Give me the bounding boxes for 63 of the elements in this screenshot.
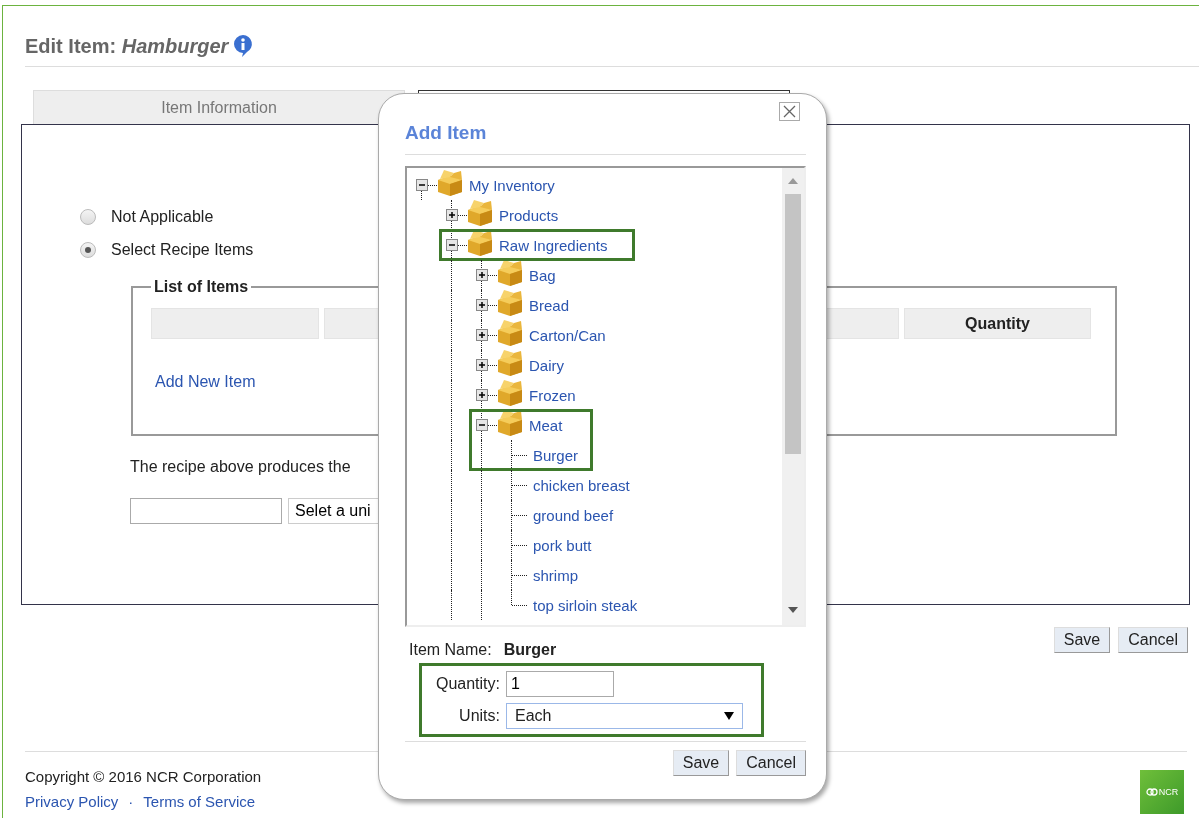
- caret-icon: [724, 712, 734, 720]
- dialog-title: Add Item: [405, 122, 488, 145]
- folder-icon: [495, 378, 525, 406]
- expand-icon[interactable]: [476, 359, 488, 371]
- quantity-label: Quantity:: [434, 675, 500, 693]
- tree-item[interactable]: Bread: [529, 296, 576, 314]
- terms-of-service-link[interactable]: Terms of Service: [143, 793, 256, 810]
- tree-item[interactable]: Bag: [529, 266, 562, 284]
- tree-item[interactable]: top sirloin steak: [533, 596, 644, 614]
- tab[interactable]: Item Information: [33, 90, 405, 124]
- quantity-field[interactable]: 1: [506, 671, 614, 697]
- add-new-item-link[interactable]: Add New Item: [155, 373, 256, 391]
- tree-item[interactable]: Meat: [529, 416, 569, 434]
- column-header: Quantity: [904, 308, 1091, 339]
- item-name-label: Item Name:: [409, 641, 492, 659]
- collapse-icon[interactable]: [476, 419, 488, 431]
- folder-icon: [495, 288, 525, 316]
- yield-quantity-field[interactable]: [130, 498, 282, 524]
- tree-item[interactable]: ground beef: [533, 506, 620, 524]
- tree-item[interactable]: Dairy: [529, 356, 570, 374]
- radio-button[interactable]: [80, 208, 96, 225]
- link-separator: ·: [128, 793, 134, 810]
- collapse-icon[interactable]: [416, 179, 428, 191]
- page-button[interactable]: Cancel: [1118, 627, 1188, 653]
- page-title: Edit Item: Hamburger: [25, 34, 229, 58]
- folder-icon: [495, 348, 525, 376]
- tree-item[interactable]: Products: [499, 206, 565, 224]
- info-icon[interactable]: [232, 34, 255, 58]
- expand-icon[interactable]: [476, 389, 488, 401]
- tree-item[interactable]: pork butt: [533, 536, 598, 554]
- close-button[interactable]: [779, 102, 800, 121]
- collapse-icon[interactable]: [446, 239, 458, 251]
- expand-icon[interactable]: [476, 269, 488, 281]
- dialog-button[interactable]: Save: [672, 750, 730, 776]
- expand-icon[interactable]: [476, 329, 488, 341]
- radio-button[interactable]: [80, 241, 96, 258]
- units-select[interactable]: Each: [506, 703, 743, 729]
- expand-icon[interactable]: [446, 209, 458, 221]
- tree-item[interactable]: chicken breast: [533, 476, 636, 494]
- tree-item[interactable]: My Inventory: [469, 176, 561, 194]
- dialog-button[interactable]: Cancel: [736, 750, 806, 776]
- scroll-down-icon[interactable]: [788, 607, 798, 613]
- units-label: Units:: [458, 707, 500, 725]
- copyright-text: Copyright © 2016 NCR Corporation: [25, 768, 262, 785]
- item-name-value: Burger: [503, 641, 557, 659]
- company-logo: NCR: [1140, 770, 1184, 814]
- folder-icon: [495, 258, 525, 286]
- tree-item[interactable]: Carton/Can: [529, 326, 612, 344]
- recipe-yield-text: The recipe above produces the: [130, 458, 352, 476]
- tree-item[interactable]: shrimp: [533, 566, 584, 584]
- radio-label: Not Applicable: [111, 207, 214, 226]
- radio-label: Select Recipe Items: [111, 240, 254, 259]
- tree-item[interactable]: Raw Ingredients: [499, 236, 614, 254]
- folder-icon: [435, 168, 465, 196]
- tree-item[interactable]: Burger: [533, 446, 585, 464]
- page-button[interactable]: Save: [1053, 627, 1111, 653]
- expand-icon[interactable]: [476, 299, 488, 311]
- privacy-policy-link[interactable]: Privacy Policy: [25, 793, 119, 810]
- folder-icon: [465, 198, 495, 226]
- tree-item[interactable]: Frozen: [529, 386, 582, 404]
- list-of-items-legend: List of Items: [151, 278, 252, 296]
- folder-icon: [495, 318, 525, 346]
- scrollbar[interactable]: [782, 168, 804, 625]
